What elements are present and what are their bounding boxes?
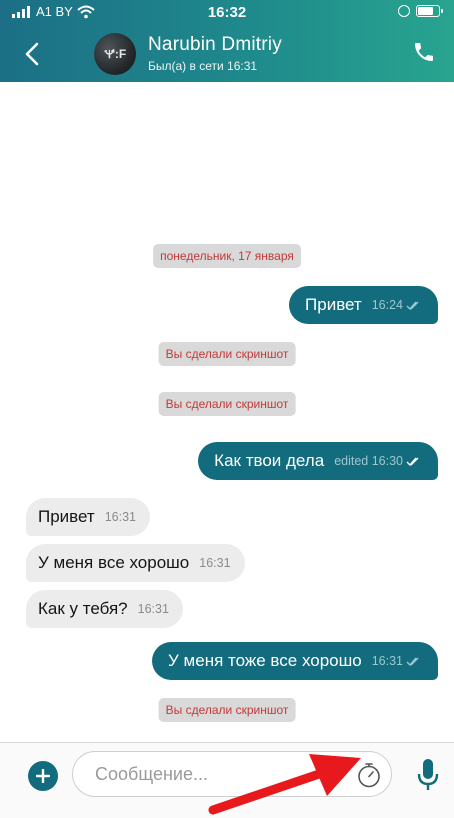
microphone-icon[interactable] [414, 757, 442, 793]
message-bubble-outgoing[interactable]: Как твои дела edited 16:30 [198, 442, 438, 480]
add-attachment-button[interactable] [28, 761, 58, 791]
read-check-icon [406, 301, 419, 311]
message-meta: 16:31 [137, 602, 169, 616]
screenshot-notice: Вы сделали скриншот [158, 698, 296, 722]
call-button[interactable] [410, 38, 438, 66]
message-field[interactable] [72, 751, 392, 797]
message-text: Привет [305, 295, 362, 314]
lock-rotation-icon [398, 5, 410, 17]
add-icon [36, 769, 50, 783]
message-text: У меня все хорошо [38, 553, 190, 572]
date-separator: понедельник, 17 января [153, 244, 301, 268]
back-button[interactable] [18, 34, 46, 74]
back-icon [25, 42, 39, 66]
status-bar: A1 BY 16:32 [0, 4, 454, 22]
battery-icon [416, 5, 443, 17]
screenshot-notice: Вы сделали скриншот [158, 342, 296, 366]
phone-icon [415, 43, 433, 61]
message-meta: 16:31 [199, 556, 231, 570]
screenshot-notice: Вы сделали скриншот [158, 392, 296, 416]
message-bubble-incoming[interactable]: У меня все хорошо 16:31 [26, 544, 245, 582]
message-bubble-incoming[interactable]: Как у тебя? 16:31 [26, 590, 183, 628]
message-text: Как твои дела [214, 451, 325, 470]
message-bubble-outgoing[interactable]: Привет 16:24 [289, 286, 438, 324]
read-check-icon [406, 657, 419, 667]
composer-bar [0, 742, 454, 818]
message-meta: 16:31 [372, 654, 420, 668]
timer-icon[interactable] [355, 761, 383, 789]
message-meta: edited 16:30 [334, 454, 420, 468]
chat-header: A1 BY 16:32 🝤:F Narubin Dmitriy Был(а) в… [0, 0, 454, 82]
status-right [398, 5, 443, 17]
last-seen-status: Был(а) в сети 16:31 [148, 59, 258, 73]
message-list: понедельник, 17 января Привет 16:24 Вы с… [0, 82, 454, 742]
message-text: Привет [38, 507, 95, 526]
message-meta: 16:31 [104, 510, 136, 524]
read-check-icon [406, 457, 419, 467]
message-text: У меня тоже все хорошо [168, 651, 362, 670]
nav-bar: 🝤:F Narubin Dmitriy Был(а) в сети 16:31 [0, 26, 454, 82]
contact-name[interactable]: Narubin Dmitriy [148, 34, 282, 56]
status-time: 16:32 [207, 4, 247, 21]
message-bubble-incoming[interactable]: Привет 16:31 [26, 498, 150, 536]
message-meta: 16:24 [372, 298, 420, 312]
message-bubble-outgoing[interactable]: У меня тоже все хорошо 16:31 [152, 642, 438, 680]
avatar[interactable]: 🝤:F [94, 33, 136, 75]
message-input[interactable] [95, 752, 345, 796]
message-text: Как у тебя? [38, 599, 128, 618]
